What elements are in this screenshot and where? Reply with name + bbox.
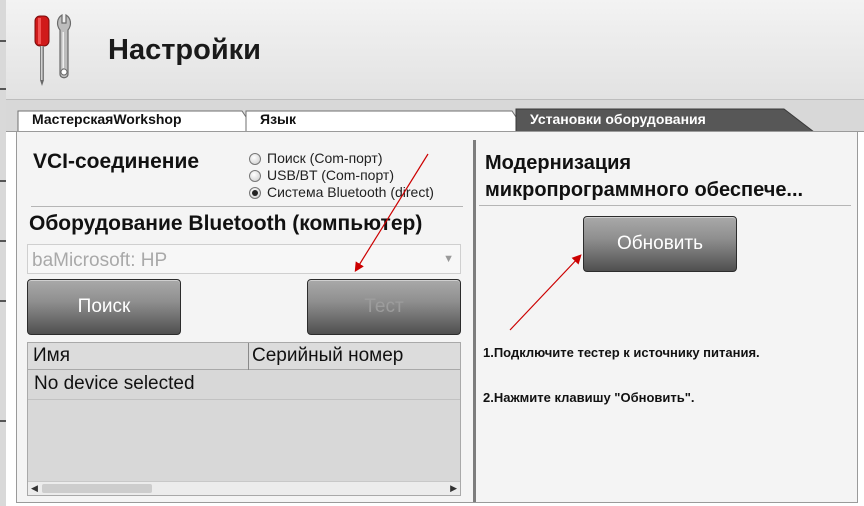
- tab-bar: МастерскаяWorkshop Язык Установки оборуд…: [6, 100, 864, 132]
- bluetooth-hardware-title: Оборудование Bluetooth (компьютер): [29, 212, 423, 235]
- column-separator: [248, 343, 249, 370]
- update-button[interactable]: Обновить: [583, 216, 737, 272]
- radio-label: Система Bluetooth (direct): [267, 184, 434, 200]
- table-row[interactable]: No device selected: [34, 373, 195, 395]
- radio-button[interactable]: [249, 170, 261, 182]
- separator: [31, 206, 463, 207]
- firmware-title-line1: Модернизация: [485, 152, 632, 174]
- settings-window: Настройки МастерскаяWorkshop Язык Устано…: [6, 0, 864, 506]
- separator: [479, 205, 851, 206]
- chevron-down-icon[interactable]: ▼: [443, 253, 454, 265]
- table-header: Имя Серийный номер: [28, 343, 460, 370]
- radio-button-checked[interactable]: [249, 187, 261, 199]
- page-title: Настройки: [108, 34, 262, 66]
- panel-divider: [473, 140, 476, 502]
- screwdriver-wrench-icon: [24, 12, 88, 86]
- header-bar: Настройки: [6, 0, 864, 100]
- instruction-step-1: 1.Подключите тестер к источнику питания.: [483, 345, 760, 360]
- vci-connection-title: VCI-соединение: [33, 150, 200, 173]
- firmware-upgrade-title: Модернизация микропрограммного обеспече.…: [485, 150, 845, 204]
- column-header-serial[interactable]: Серийный номер: [252, 345, 403, 367]
- tab-hardware-settings[interactable]: Установки оборудования: [530, 111, 706, 127]
- arrow-right-icon[interactable]: ▶: [450, 483, 457, 494]
- row-divider: [28, 399, 460, 400]
- arrow-left-icon[interactable]: ◀: [31, 483, 38, 494]
- hardware-settings-panel: VCI-соединение Поиск (Com-порт) USB/BT (…: [16, 131, 858, 503]
- tab-workshop[interactable]: МастерскаяWorkshop: [32, 111, 182, 127]
- column-header-name[interactable]: Имя: [33, 345, 70, 367]
- horizontal-scrollbar[interactable]: ◀ ▶: [28, 481, 460, 495]
- tab-language[interactable]: Язык: [260, 111, 296, 127]
- test-button[interactable]: Тест: [307, 279, 461, 335]
- device-table: Имя Серийный номер No device selected ◀ …: [27, 342, 461, 496]
- radio-label: Поиск (Com-порт): [267, 150, 383, 166]
- radio-label: USB/BT (Com-порт): [267, 167, 395, 183]
- radio-button[interactable]: [249, 153, 261, 165]
- search-button[interactable]: Поиск: [27, 279, 181, 335]
- bluetooth-adapter-select[interactable]: baMicrosoft: HP ▼: [27, 244, 461, 274]
- select-value: baMicrosoft: HP: [32, 250, 168, 271]
- firmware-title-line2: микропрограммного обеспече...: [485, 179, 804, 201]
- instruction-step-2: 2.Нажмите клавишу "Обновить".: [483, 390, 695, 405]
- scrollbar-thumb[interactable]: [42, 484, 152, 493]
